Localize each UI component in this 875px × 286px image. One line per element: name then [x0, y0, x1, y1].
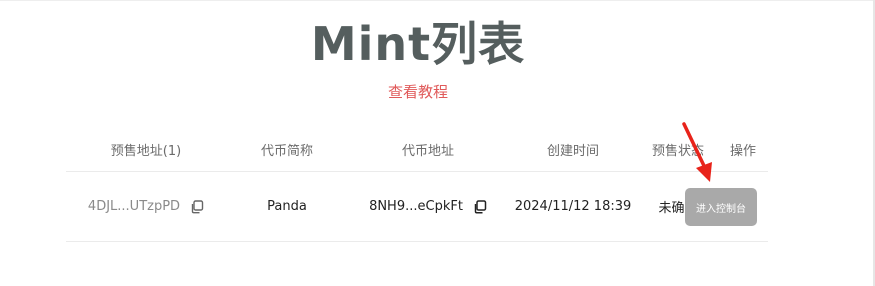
- token-address: 8NH9...eCpkFt: [369, 199, 463, 214]
- top-divider: [0, 0, 875, 1]
- presale-address: 4DJL...UTzpPD: [87, 199, 181, 214]
- copy-icon[interactable]: [473, 199, 487, 214]
- header-created-at: 创建时间: [546, 144, 599, 159]
- view-tutorial-link[interactable]: 查看教程: [0, 82, 836, 102]
- table-row: 4DJL...UTzpPD Panda 8NH9...eCpkFt 2024/1…: [66, 172, 768, 242]
- mint-table: 预售地址(1) 代币简称 代币地址 创建时间 预售状态 操作 4DJL...UT…: [66, 128, 768, 242]
- token-address-cell: 8NH9...eCpkFt: [348, 172, 508, 241]
- header-actions: 操作: [729, 144, 756, 159]
- red-arrow-pointer-icon: [682, 122, 712, 182]
- copy-icon[interactable]: [190, 199, 204, 214]
- header-token-symbol: 代币简称: [260, 144, 313, 159]
- header-token-address: 代币地址: [401, 144, 454, 159]
- token-symbol: Panda: [267, 199, 307, 214]
- table-header-row: 预售地址(1) 代币简称 代币地址 创建时间 预售状态 操作: [66, 128, 768, 172]
- enter-console-button[interactable]: 进入控制台: [685, 188, 757, 226]
- created-at: 2024/11/12 18:39: [514, 199, 632, 214]
- presale-address-cell: 4DJL...UTzpPD: [66, 172, 226, 241]
- header-presale-address: 预售地址(1): [110, 144, 182, 159]
- page-title: Mint列表: [310, 17, 526, 71]
- mint-list-page: Mint列表 查看教程 预售地址(1) 代币简称 代币地址 创建时间 预售状态 …: [0, 0, 875, 286]
